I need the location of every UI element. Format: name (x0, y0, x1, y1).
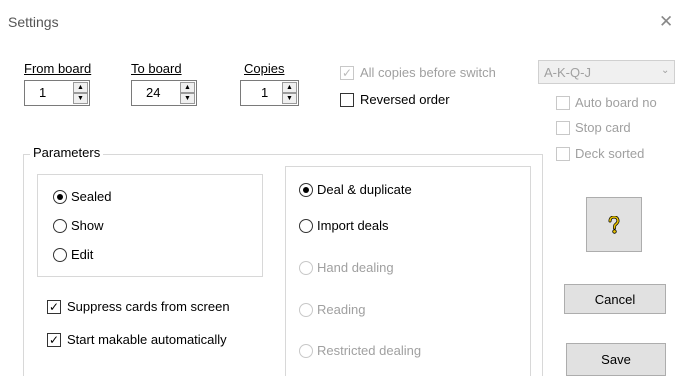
card-order-select[interactable]: A-K-Q-J ⌄ (538, 60, 675, 84)
all-copies-before-switch-label: All copies before switch (360, 65, 496, 80)
reversed-order-label: Reversed order (360, 92, 450, 107)
window-title: Settings (8, 14, 59, 30)
parameters-legend: Parameters (30, 145, 104, 160)
sealed-radio[interactable] (53, 190, 67, 204)
deck-sorted-label: Deck sorted (575, 146, 645, 161)
down-arrow-icon[interactable]: ▼ (73, 93, 88, 104)
deal-duplicate-label: Deal & duplicate (317, 182, 412, 197)
hand-dealing-label: Hand dealing (317, 260, 394, 275)
up-arrow-icon[interactable]: ▲ (73, 82, 88, 93)
to-board-value: 24 (146, 85, 161, 100)
reading-label: Reading (317, 302, 366, 317)
chevron-down-icon: ⌄ (661, 65, 670, 76)
import-deals-label: Import deals (317, 218, 389, 233)
copies-value: 1 (261, 85, 269, 100)
up-arrow-icon[interactable]: ▲ (282, 82, 297, 93)
all-copies-before-switch-checkbox[interactable]: ✓ (340, 66, 354, 80)
to-board-stepper[interactable]: 24 ▲ ▼ (131, 80, 197, 106)
to-board-label: To board (131, 61, 182, 76)
close-icon[interactable]: ✕ (659, 12, 673, 32)
start-makable-label: Start makable automatically (67, 332, 227, 347)
suppress-cards-label: Suppress cards from screen (67, 299, 230, 314)
from-board-label: From board (24, 61, 92, 76)
down-arrow-icon[interactable]: ▼ (282, 93, 297, 104)
copies-label: Copies (244, 61, 285, 76)
stop-card-checkbox[interactable] (556, 121, 570, 135)
reading-radio[interactable] (299, 303, 313, 317)
help-button[interactable] (586, 197, 642, 252)
deck-sorted-checkbox[interactable] (556, 147, 570, 161)
restricted-dealing-radio[interactable] (299, 344, 313, 358)
card-order-value: A-K-Q-J (544, 65, 591, 80)
save-button[interactable]: Save (566, 343, 666, 376)
from-board-value: 1 (39, 85, 47, 100)
up-arrow-icon[interactable]: ▲ (180, 82, 195, 93)
from-board-stepper[interactable]: 1 ▲ ▼ (24, 80, 90, 106)
start-makable-checkbox[interactable]: ✓ (47, 333, 61, 347)
copies-stepper[interactable]: 1 ▲ ▼ (240, 80, 299, 106)
cancel-button[interactable]: Cancel (564, 284, 666, 314)
auto-board-no-checkbox[interactable] (556, 96, 570, 110)
restricted-dealing-label: Restricted dealing (317, 343, 422, 358)
down-arrow-icon[interactable]: ▼ (180, 93, 195, 104)
suppress-cards-checkbox[interactable]: ✓ (47, 300, 61, 314)
help-icon (607, 214, 621, 234)
auto-board-no-label: Auto board no (575, 95, 657, 110)
show-label: Show (71, 218, 104, 233)
show-radio[interactable] (53, 219, 67, 233)
deal-duplicate-radio[interactable] (299, 183, 313, 197)
stop-card-label: Stop card (575, 120, 631, 135)
import-deals-radio[interactable] (299, 219, 313, 233)
hand-dealing-radio[interactable] (299, 261, 313, 275)
edit-radio[interactable] (53, 248, 67, 262)
sealed-label: Sealed (71, 189, 112, 204)
edit-label: Edit (71, 247, 94, 262)
reversed-order-checkbox[interactable] (340, 93, 354, 107)
